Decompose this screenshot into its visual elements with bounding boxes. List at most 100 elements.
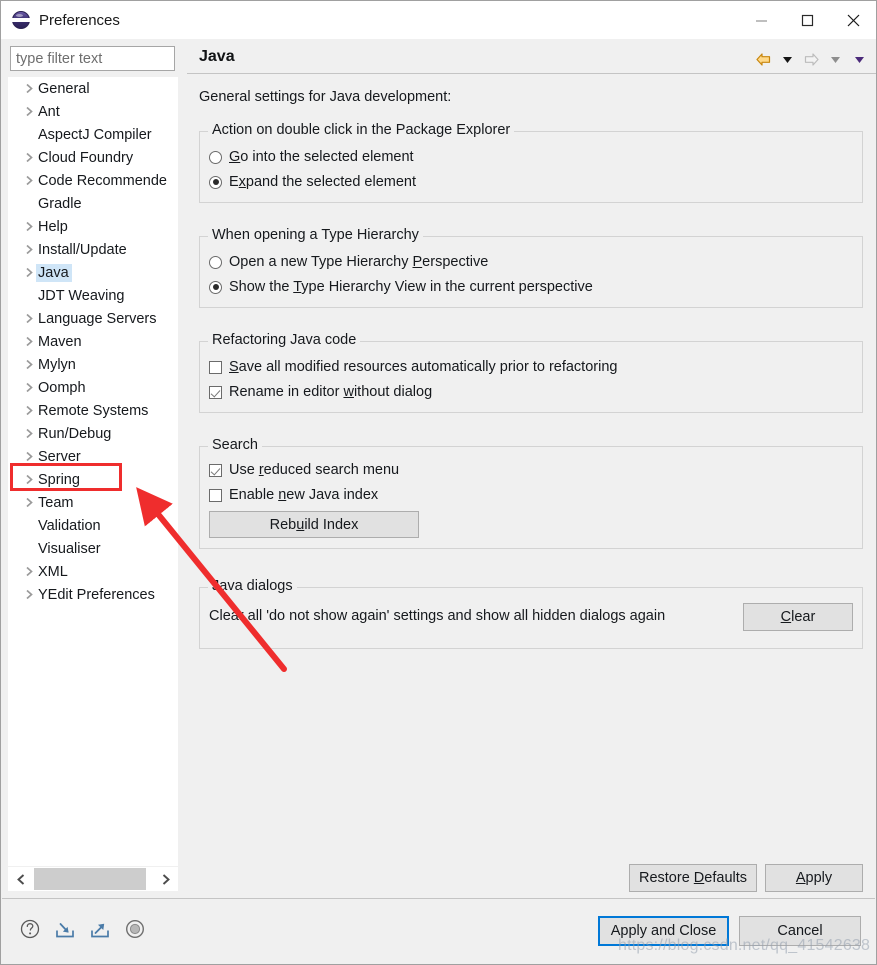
import-icon[interactable] (53, 917, 77, 941)
scrollbar-thumb[interactable] (34, 868, 146, 890)
back-arrow-icon[interactable] (752, 49, 774, 69)
export-icon[interactable] (88, 917, 112, 941)
close-icon[interactable] (830, 1, 876, 39)
view-menu-chevron-down-icon[interactable] (848, 49, 870, 69)
sidebar-item-server[interactable]: Server (8, 445, 178, 468)
sidebar-item-label: Remote Systems (38, 402, 149, 419)
checkbox-indicator[interactable] (209, 463, 222, 477)
sidebar-item-maven[interactable]: Maven (8, 330, 178, 353)
sidebar-item-mylyn[interactable]: Mylyn (8, 353, 178, 376)
restore-defaults-button[interactable]: Restore Defaults (629, 864, 757, 892)
sidebar-item-label: JDT Weaving (38, 287, 125, 304)
title-bar: Preferences (1, 1, 876, 39)
chevron-right-icon[interactable] (22, 100, 37, 123)
chevron-right-icon[interactable] (22, 261, 37, 284)
sidebar-item-run-debug[interactable]: Run/Debug (8, 422, 178, 445)
chevron-right-icon[interactable] (22, 376, 37, 399)
checkbox-indicator[interactable] (209, 488, 222, 502)
sidebar-item-label: Ant (38, 103, 60, 120)
footer-icons (18, 917, 147, 941)
group-title: Search (208, 437, 262, 453)
back-menu-chevron-down-icon[interactable] (776, 49, 798, 69)
sidebar-item-team[interactable]: Team (8, 491, 178, 514)
radio-show-type-hierarchy-view[interactable]: Show the Type Hierarchy View in the curr… (209, 279, 593, 295)
option-label: Expand the selected element (229, 174, 417, 190)
minimize-icon[interactable] (738, 1, 784, 39)
cancel-button[interactable]: Cancel (739, 916, 861, 946)
checkbox-indicator[interactable] (209, 385, 222, 399)
help-icon[interactable] (18, 917, 42, 941)
option-label: Enable new Java index (229, 487, 379, 503)
sidebar-item-spring[interactable]: Spring (8, 468, 178, 491)
apply-and-close-button[interactable]: Apply and Close (598, 916, 729, 946)
chevron-right-icon[interactable] (22, 583, 37, 606)
radio-indicator[interactable] (209, 255, 222, 269)
chevron-right-icon[interactable] (22, 307, 37, 330)
chevron-right-icon[interactable] (22, 238, 37, 261)
sidebar-item-oomph[interactable]: Oomph (8, 376, 178, 399)
option-label: Open a new Type Hierarchy Perspective (229, 254, 489, 270)
radio-indicator[interactable] (209, 175, 222, 189)
chevron-right-icon[interactable] (22, 560, 37, 583)
radio-open-new-type-hierarchy-perspective[interactable]: Open a new Type Hierarchy Perspective (209, 254, 488, 270)
chevron-right-icon[interactable] (22, 330, 37, 353)
sidebar-item-visualiser[interactable]: Visualiser (8, 537, 178, 560)
page-content: General settings for Java development: A… (187, 75, 876, 892)
radio-expand-selected-element[interactable]: Expand the selected element (209, 174, 416, 190)
checkbox-enable-new-java-index[interactable]: Enable new Java index (209, 487, 378, 503)
checkbox-rename-in-editor-without-dialog[interactable]: Rename in editor without dialog (209, 384, 432, 400)
sidebar-item-general[interactable]: General (8, 77, 178, 100)
sidebar-item-code-recommende[interactable]: Code Recommende (8, 169, 178, 192)
chevron-right-icon[interactable] (22, 399, 37, 422)
group-search: Search Use reduced search menu Enable ne… (199, 437, 863, 549)
group-java-dialogs: Java dialogs Clear all 'do not show agai… (199, 578, 863, 649)
chevron-right-icon[interactable] (22, 353, 37, 376)
sidebar-item-java[interactable]: Java (8, 261, 178, 284)
sidebar-item-yedit-preferences[interactable]: YEdit Preferences (8, 583, 178, 606)
radio-indicator[interactable] (209, 280, 222, 294)
sidebar-item-validation[interactable]: Validation (8, 514, 178, 537)
sidebar-item-xml[interactable]: XML (8, 560, 178, 583)
preferences-tree[interactable]: General Ant AspectJ Compiler Cloud Foundry C… (8, 77, 178, 866)
rebuild-index-button[interactable]: Rebuild Index (209, 511, 419, 538)
sidebar-item-ant[interactable]: Ant (8, 100, 178, 123)
eclipse-icon (12, 11, 30, 29)
sidebar-item-help[interactable]: Help (8, 215, 178, 238)
page-header: Java (187, 41, 876, 74)
scrollbar-track[interactable] (34, 868, 152, 890)
chevron-right-icon[interactable] (22, 468, 37, 491)
sidebar-item-gradle[interactable]: Gradle (8, 192, 178, 215)
radio-go-into-selected-element[interactable]: Go into the selected element (209, 149, 414, 165)
chevron-right-icon[interactable] (22, 422, 37, 445)
button-label: Cancel (777, 923, 823, 939)
chevron-left-icon[interactable] (8, 868, 34, 890)
chevron-right-icon[interactable] (22, 169, 37, 192)
sidebar-horizontal-scrollbar[interactable] (8, 867, 178, 891)
sidebar-item-aspectj-compiler[interactable]: AspectJ Compiler (8, 123, 178, 146)
radio-indicator[interactable] (209, 150, 222, 164)
checkbox-indicator[interactable] (209, 360, 222, 374)
chevron-right-icon[interactable] (22, 215, 37, 238)
chevron-right-icon[interactable] (152, 868, 178, 890)
apply-button[interactable]: Apply (765, 864, 863, 892)
checkbox-use-reduced-search-menu[interactable]: Use reduced search menu (209, 462, 399, 478)
sidebar-item-cloud-foundry[interactable]: Cloud Foundry (8, 146, 178, 169)
chevron-right-icon[interactable] (22, 77, 37, 100)
sidebar-item-jdt-weaving[interactable]: JDT Weaving (8, 284, 178, 307)
sidebar-item-install-update[interactable]: Install/Update (8, 238, 178, 261)
clear-button[interactable]: Clear (743, 603, 853, 631)
group-title: Java dialogs (208, 578, 297, 594)
sidebar-item-remote-systems[interactable]: Remote Systems (8, 399, 178, 422)
sidebar-item-label: XML (38, 563, 68, 580)
checkbox-save-all-modified-resources[interactable]: Save all modified resources automaticall… (209, 359, 617, 375)
chevron-right-icon[interactable] (22, 146, 37, 169)
sidebar-item-language-servers[interactable]: Language Servers (8, 307, 178, 330)
search-input[interactable] (10, 46, 175, 71)
record-icon[interactable] (123, 917, 147, 941)
maximize-icon[interactable] (784, 1, 830, 39)
chevron-right-icon[interactable] (22, 445, 37, 468)
chevron-right-icon[interactable] (22, 491, 37, 514)
button-label: Apply (795, 870, 833, 886)
preferences-dialog: Preferences General Ant AspectJ Compiler Cl… (0, 0, 877, 965)
description-label: Clear all 'do not show again' settings a… (209, 608, 666, 624)
